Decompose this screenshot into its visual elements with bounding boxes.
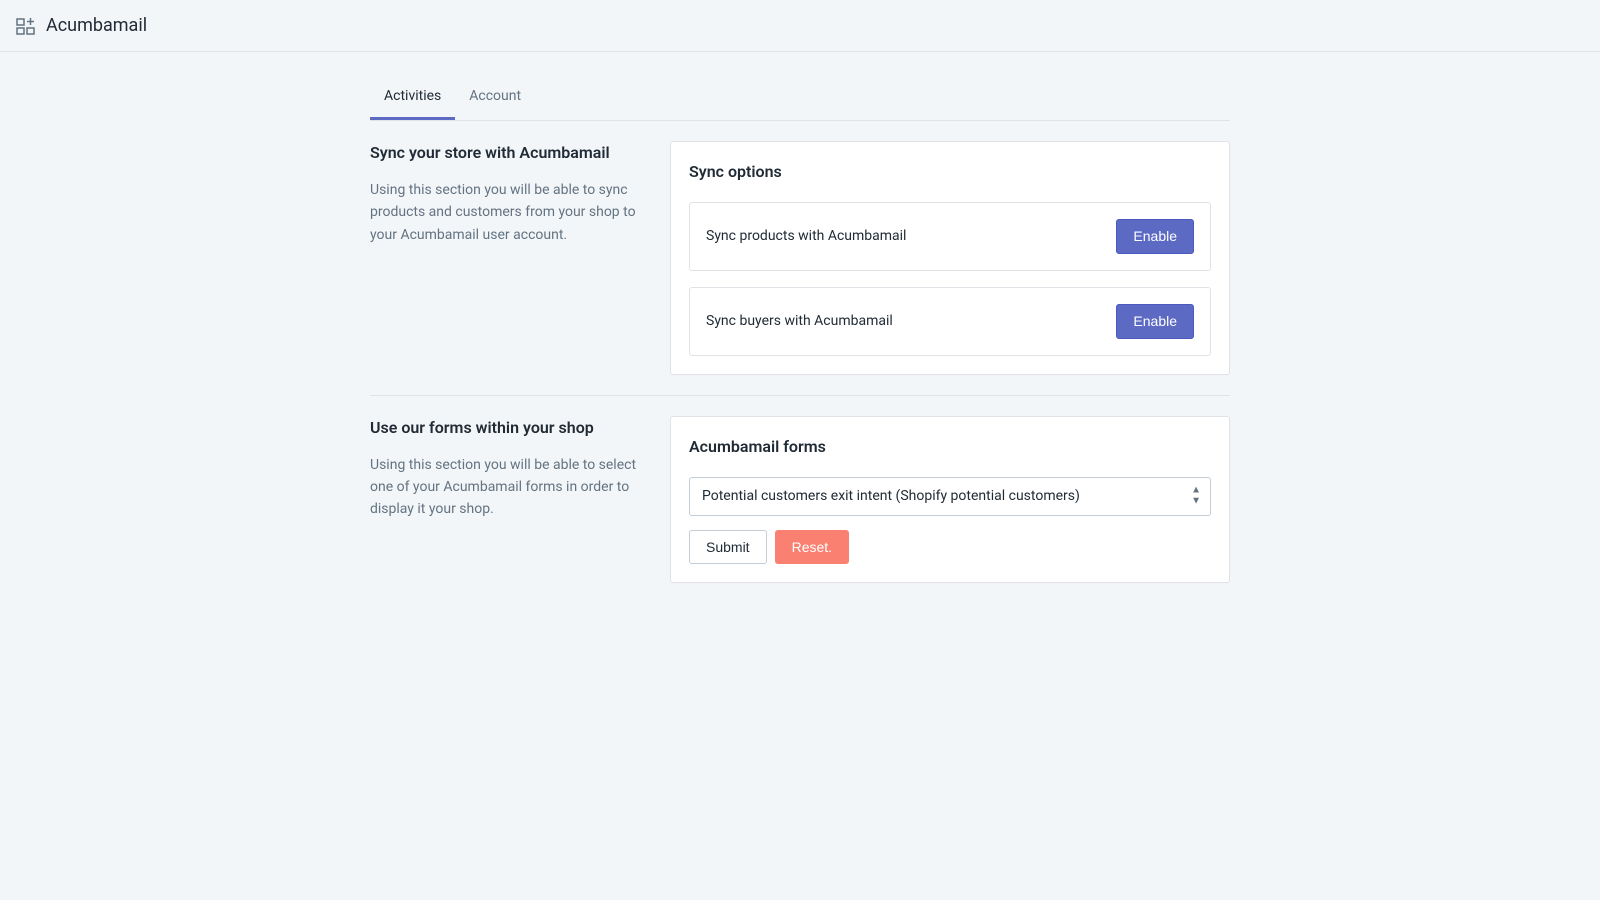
- section-forms-description: Using this section you will be able to s…: [370, 454, 650, 521]
- sync-option-buyers-label: Sync buyers with Acumbamail: [706, 311, 893, 332]
- forms-card: Acumbamail forms Potential customers exi…: [670, 416, 1230, 584]
- section-sync-description: Using this section you will be able to s…: [370, 179, 650, 246]
- sync-card: Sync options Sync products with Acumbama…: [670, 141, 1230, 375]
- tab-account[interactable]: Account: [455, 76, 535, 120]
- main-container: Activities Account Sync your store with …: [370, 52, 1230, 643]
- section-sync-header: Sync your store with Acumbamail Using th…: [370, 141, 650, 375]
- reset-button[interactable]: Reset.: [775, 530, 849, 565]
- sync-option-products-label: Sync products with Acumbamail: [706, 226, 906, 247]
- app-icon: [16, 16, 36, 36]
- sync-card-title: Sync options: [689, 160, 1211, 184]
- enable-buyers-button[interactable]: Enable: [1116, 304, 1194, 339]
- tab-activities[interactable]: Activities: [370, 76, 455, 120]
- forms-card-title: Acumbamail forms: [689, 435, 1211, 459]
- topbar: Acumbamail: [0, 0, 1600, 52]
- section-sync-title: Sync your store with Acumbamail: [370, 141, 650, 165]
- section-sync: Sync your store with Acumbamail Using th…: [370, 141, 1230, 396]
- section-forms: Use our forms within your shop Using thi…: [370, 416, 1230, 604]
- form-buttons: Submit Reset.: [689, 530, 1211, 565]
- section-forms-title: Use our forms within your shop: [370, 416, 650, 440]
- sync-option-products: Sync products with Acumbamail Enable: [689, 202, 1211, 271]
- tabs: Activities Account: [370, 76, 1230, 121]
- app-title: Acumbamail: [46, 12, 147, 39]
- sync-option-buyers: Sync buyers with Acumbamail Enable: [689, 287, 1211, 356]
- section-forms-header: Use our forms within your shop Using thi…: [370, 416, 650, 584]
- form-select[interactable]: Potential customers exit intent (Shopify…: [689, 477, 1211, 516]
- form-select-wrap: Potential customers exit intent (Shopify…: [689, 477, 1211, 516]
- enable-products-button[interactable]: Enable: [1116, 219, 1194, 254]
- submit-button[interactable]: Submit: [689, 530, 767, 565]
